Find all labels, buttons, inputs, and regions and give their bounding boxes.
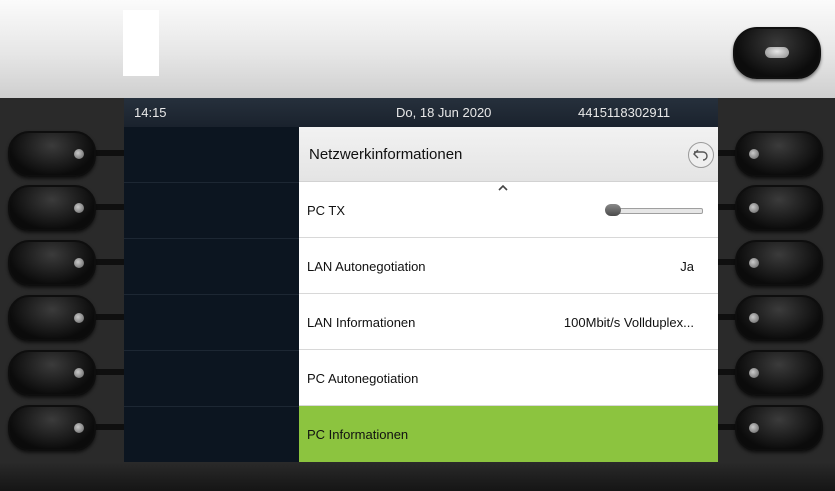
row-label: PC Autonegotiation xyxy=(307,371,419,386)
right-softkey-2[interactable] xyxy=(735,185,823,231)
page-title: Netzwerkinformationen xyxy=(309,146,463,163)
menu-row-lan-autonegotiation[interactable]: LAN Autonegotiation Ja xyxy=(299,238,718,294)
white-tab xyxy=(123,10,159,76)
row-value: 100Mbit/s Vollduplex... xyxy=(563,315,694,330)
left-softkey-1[interactable] xyxy=(8,131,96,177)
led-icon xyxy=(74,368,84,378)
left-softkey-6[interactable] xyxy=(8,405,96,451)
right-softkey-4[interactable] xyxy=(735,295,823,341)
left-softkey-5[interactable] xyxy=(8,350,96,396)
left-key-label-4 xyxy=(124,295,299,351)
left-key-connector xyxy=(92,150,124,156)
right-softkey-1[interactable] xyxy=(735,131,823,177)
left-key-label-3 xyxy=(124,239,299,295)
led-icon xyxy=(749,423,759,433)
led-icon xyxy=(749,258,759,268)
left-key-label-1 xyxy=(124,127,299,183)
led-icon xyxy=(74,149,84,159)
slider-track xyxy=(615,208,703,214)
left-key-connector xyxy=(92,204,124,210)
menu-row-lan-informationen[interactable]: LAN Informationen 100Mbit/s Vollduplex..… xyxy=(299,294,718,350)
phone-bezel-bottom xyxy=(0,462,835,491)
led-icon xyxy=(749,203,759,213)
left-key-label-5 xyxy=(124,351,299,407)
menu-panel: Netzwerkinformationen PC TX LAN Autonego… xyxy=(299,127,718,462)
right-softkey-5[interactable] xyxy=(735,350,823,396)
led-icon xyxy=(74,258,84,268)
left-key-label-6 xyxy=(124,407,299,462)
menu-titlebar: Netzwerkinformationen xyxy=(299,127,718,182)
menu-row-pc-autonegotiation[interactable]: PC Autonegotiation xyxy=(299,350,718,406)
led-icon xyxy=(749,149,759,159)
row-label: LAN Informationen xyxy=(307,315,416,330)
left-key-label-2 xyxy=(124,183,299,239)
left-key-connector xyxy=(92,314,124,320)
status-date: Do, 18 Jun 2020 xyxy=(396,105,492,120)
left-key-connector xyxy=(92,424,124,430)
left-softkey-2[interactable] xyxy=(8,185,96,231)
status-phone-number: 4415118302911 xyxy=(578,105,671,120)
pc-tx-slider[interactable] xyxy=(605,204,703,216)
slider-knob[interactable] xyxy=(605,204,621,216)
left-key-labels xyxy=(124,127,299,462)
back-button[interactable] xyxy=(688,142,714,168)
menu-row-pc-tx[interactable]: PC TX xyxy=(299,182,718,238)
led-icon xyxy=(74,423,84,433)
phone-display: 14:15 Do, 18 Jun 2020 4415118302911 Netz… xyxy=(124,98,718,462)
menu-row-pc-informationen[interactable]: PC Informationen xyxy=(299,406,718,462)
left-key-connector xyxy=(92,259,124,265)
right-softkey-6[interactable] xyxy=(735,405,823,451)
row-value: Ja xyxy=(680,259,694,274)
led-icon xyxy=(749,368,759,378)
led-icon xyxy=(749,313,759,323)
right-softkey-3[interactable] xyxy=(735,240,823,286)
left-softkey-3[interactable] xyxy=(8,240,96,286)
status-time: 14:15 xyxy=(134,105,167,120)
back-arrow-icon xyxy=(693,149,708,161)
row-label: PC TX xyxy=(307,203,346,218)
led-icon xyxy=(74,203,84,213)
home-key-icon xyxy=(765,47,789,58)
left-key-connector xyxy=(92,369,124,375)
row-label: PC Informationen xyxy=(307,427,409,442)
left-softkey-4[interactable] xyxy=(8,295,96,341)
row-label: LAN Autonegotiation xyxy=(307,259,426,274)
status-bar: 14:15 Do, 18 Jun 2020 4415118302911 xyxy=(124,98,718,127)
chevron-up-icon[interactable] xyxy=(498,184,508,192)
led-icon xyxy=(74,313,84,323)
home-key[interactable] xyxy=(733,27,821,79)
